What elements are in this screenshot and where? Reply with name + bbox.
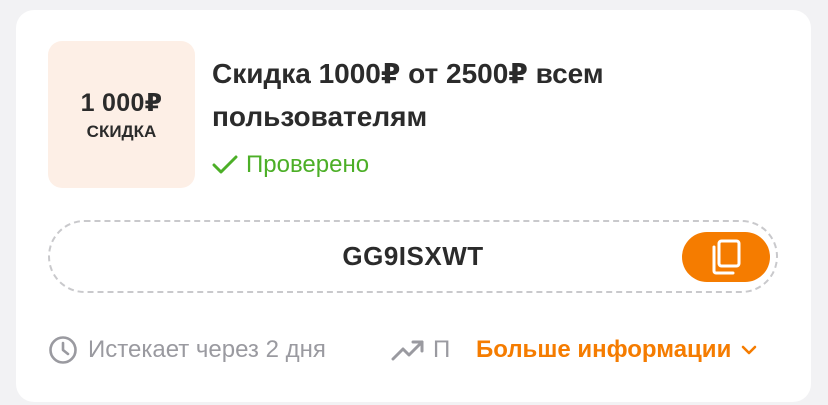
copy-code-button[interactable] — [682, 232, 770, 282]
discount-badge: 1 000₽ СКИДКА — [48, 41, 195, 188]
verified-label: Проверено — [246, 151, 370, 178]
usage-trend: П — [391, 333, 475, 367]
promo-code[interactable]: GG9ISXWT — [50, 222, 776, 291]
discount-amount: 1 000₽ — [80, 88, 163, 117]
more-info-toggle[interactable]: Больше информации — [476, 333, 757, 367]
more-info-label[interactable]: Больше информации — [476, 333, 731, 367]
coupon-footer: Истекает через 2 дня П Больше информации — [48, 333, 788, 367]
coupon-title: Скидка 1000₽ от 2500₽ всем пользователям — [212, 58, 604, 132]
trend-text: П — [433, 336, 451, 363]
expiry-text: Истекает через 2 дня — [88, 336, 326, 363]
expiry-info: Истекает через 2 дня — [48, 333, 326, 367]
promo-code-field[interactable]: GG9ISXWT — [48, 220, 778, 293]
checkmark-icon — [212, 155, 238, 174]
copy-icon — [712, 239, 741, 275]
discount-label: СКИДКА — [86, 121, 157, 141]
chevron-down-icon[interactable] — [741, 344, 757, 356]
coupon-card: 1 000₽ СКИДКА Скидка 1000₽ от 2500₽ всем… — [16, 10, 811, 402]
trending-up-icon — [391, 340, 424, 361]
verified-status: Проверено — [212, 150, 369, 180]
clock-icon — [49, 336, 77, 364]
